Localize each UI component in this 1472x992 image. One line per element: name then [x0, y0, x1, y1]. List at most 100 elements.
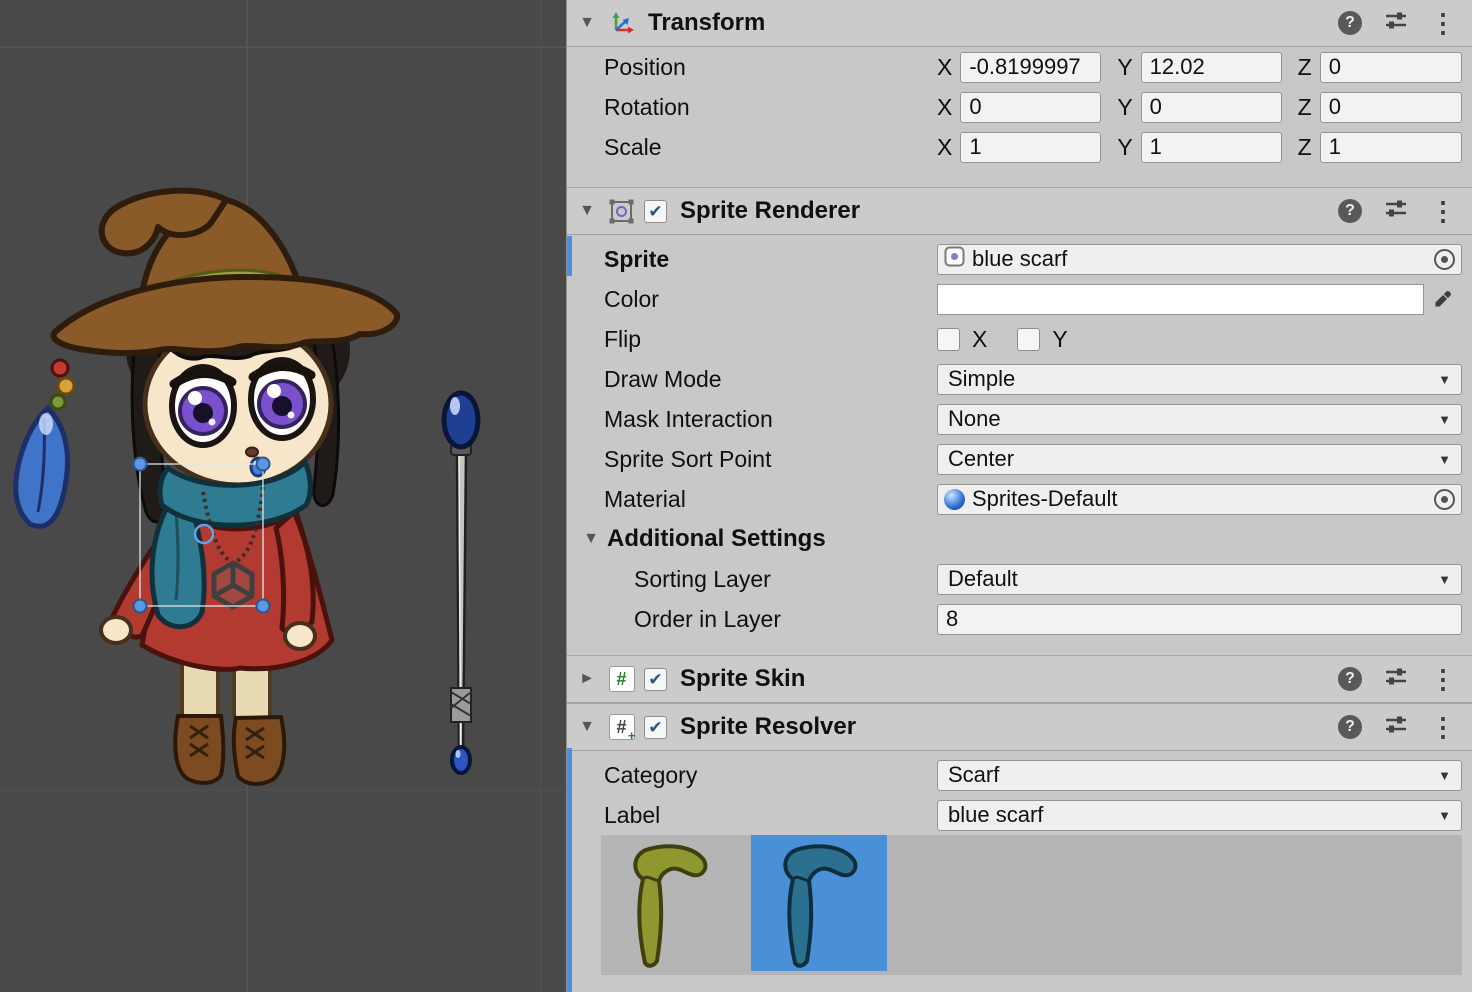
character-sprite	[16, 191, 397, 784]
sprite-resolver-title: Sprite Resolver	[680, 713, 856, 741]
color-row: Color	[567, 279, 1472, 319]
sprite-thumb-green-scarf[interactable]	[601, 835, 737, 971]
help-icon[interactable]: ?	[1338, 667, 1362, 691]
help-icon[interactable]: ?	[1338, 199, 1362, 223]
flip-x-checkbox[interactable]	[937, 328, 960, 351]
flip-y-checkbox[interactable]	[1017, 328, 1040, 351]
sprite-resolver-header[interactable]: ▼ #+ ✔ Sprite Resolver ? ⋮	[567, 703, 1472, 751]
foldout-open-icon[interactable]: ▼	[575, 14, 599, 32]
kebab-menu-icon[interactable]: ⋮	[1430, 666, 1456, 692]
object-picker-icon[interactable]	[1434, 249, 1455, 270]
mask-interaction-select[interactable]: None ▼	[937, 404, 1462, 435]
additional-settings-label: Additional Settings	[607, 525, 826, 553]
presets-icon[interactable]	[1384, 196, 1408, 226]
sprite-object-field[interactable]: blue scarf	[937, 244, 1462, 275]
sprite-thumb-blue-scarf[interactable]	[751, 835, 887, 971]
scene-view[interactable]	[0, 0, 566, 992]
scale-label: Scale	[604, 134, 937, 161]
sprite-sort-point-label: Sprite Sort Point	[604, 446, 937, 473]
material-object-field[interactable]: Sprites-Default	[937, 484, 1462, 515]
rotation-row: Rotation X Y Z	[567, 87, 1472, 127]
presets-icon[interactable]	[1384, 8, 1408, 38]
kebab-menu-icon[interactable]: ⋮	[1430, 714, 1456, 740]
unity-editor: ▼ Transform ? ⋮ Posi	[0, 0, 1472, 992]
order-in-layer-label: Order in Layer	[604, 606, 937, 633]
position-x-input[interactable]	[960, 52, 1101, 83]
order-in-layer-input[interactable]	[937, 604, 1462, 635]
witch-hat	[54, 191, 398, 353]
foldout-closed-icon[interactable]: ►	[575, 670, 599, 688]
material-value: Sprites-Default	[972, 486, 1118, 512]
axis-y-label: Y	[1117, 54, 1132, 81]
kebab-menu-icon[interactable]: ⋮	[1430, 198, 1456, 224]
color-swatch[interactable]	[937, 284, 1424, 315]
sprite-sort-point-value: Center	[948, 446, 1014, 472]
foldout-open-icon[interactable]: ▼	[575, 718, 599, 736]
flip-x-label: X	[972, 326, 987, 353]
material-sphere-icon	[944, 489, 965, 510]
position-row: Position X Y Z	[567, 47, 1472, 87]
category-label: Category	[604, 762, 937, 789]
transform-title: Transform	[648, 9, 765, 37]
help-icon[interactable]: ?	[1338, 715, 1362, 739]
sprite-label: Sprite	[604, 246, 937, 273]
eyedropper-icon[interactable]	[1424, 284, 1462, 315]
hat-beads	[51, 360, 74, 409]
transform-header[interactable]: ▼ Transform ? ⋮	[567, 0, 1472, 47]
draw-mode-row: Draw Mode Simple ▼	[567, 359, 1472, 399]
material-row: Material Sprites-Default	[567, 479, 1472, 519]
scale-z-input[interactable]	[1320, 132, 1462, 163]
axis-z-label: Z	[1298, 134, 1312, 161]
label-row: Label blue scarf ▼	[567, 795, 1472, 835]
sprite-row: Sprite blue scarf	[567, 239, 1472, 279]
draw-mode-label: Draw Mode	[604, 366, 937, 393]
axis-y-label: Y	[1117, 94, 1132, 121]
category-row: Category Scarf ▼	[567, 755, 1472, 795]
foldout-open-icon[interactable]: ▼	[575, 202, 599, 220]
order-in-layer-row: Order in Layer	[567, 599, 1472, 639]
sprite-sort-point-select[interactable]: Center ▼	[937, 444, 1462, 475]
sprite-resolver-icon: #+	[608, 714, 635, 741]
rotation-y-input[interactable]	[1141, 92, 1282, 123]
label-select[interactable]: blue scarf ▼	[937, 800, 1462, 831]
axis-x-label: X	[937, 94, 952, 121]
help-icon[interactable]: ?	[1338, 11, 1362, 35]
transform-icon	[608, 10, 635, 37]
foldout-open-icon[interactable]: ▼	[579, 530, 603, 548]
chevron-down-icon: ▼	[1438, 572, 1451, 587]
kebab-menu-icon[interactable]: ⋮	[1430, 10, 1456, 36]
axis-z-label: Z	[1298, 94, 1312, 121]
label-value: blue scarf	[948, 802, 1043, 828]
scale-y-input[interactable]	[1141, 132, 1282, 163]
axis-x-label: X	[937, 134, 952, 161]
position-z-input[interactable]	[1320, 52, 1462, 83]
sprite-resolver-enabled-checkbox[interactable]: ✔	[644, 716, 667, 739]
position-y-input[interactable]	[1141, 52, 1282, 83]
scale-x-input[interactable]	[960, 132, 1101, 163]
chevron-down-icon: ▼	[1438, 768, 1451, 783]
sprite-skin-enabled-checkbox[interactable]: ✔	[644, 668, 667, 691]
color-label: Color	[604, 286, 937, 313]
sprite-skin-header[interactable]: ► # ✔ Sprite Skin ? ⋮	[567, 655, 1472, 703]
flip-row: Flip X Y	[567, 319, 1472, 359]
inspector-panel: ▼ Transform ? ⋮ Posi	[566, 0, 1472, 992]
axis-x-label: X	[937, 54, 952, 81]
sorting-layer-label: Sorting Layer	[604, 566, 937, 593]
sorting-layer-select[interactable]: Default ▼	[937, 564, 1462, 595]
presets-icon[interactable]	[1384, 664, 1408, 694]
presets-icon[interactable]	[1384, 712, 1408, 742]
chevron-down-icon: ▼	[1438, 372, 1451, 387]
staff-sprite	[444, 393, 478, 773]
scene-canvas	[0, 0, 566, 992]
rotation-x-input[interactable]	[960, 92, 1101, 123]
sprite-sort-point-row: Sprite Sort Point Center ▼	[567, 439, 1472, 479]
sprite-renderer-header[interactable]: ▼ ✔ Sprite Renderer ? ⋮	[567, 187, 1472, 235]
object-picker-icon[interactable]	[1434, 489, 1455, 510]
sprite-renderer-enabled-checkbox[interactable]: ✔	[644, 200, 667, 223]
additional-settings-row[interactable]: ▼ Additional Settings	[567, 519, 1472, 559]
category-select[interactable]: Scarf ▼	[937, 760, 1462, 791]
draw-mode-select[interactable]: Simple ▼	[937, 364, 1462, 395]
right-eye	[251, 360, 313, 438]
rotation-z-input[interactable]	[1320, 92, 1462, 123]
position-label: Position	[604, 54, 937, 81]
